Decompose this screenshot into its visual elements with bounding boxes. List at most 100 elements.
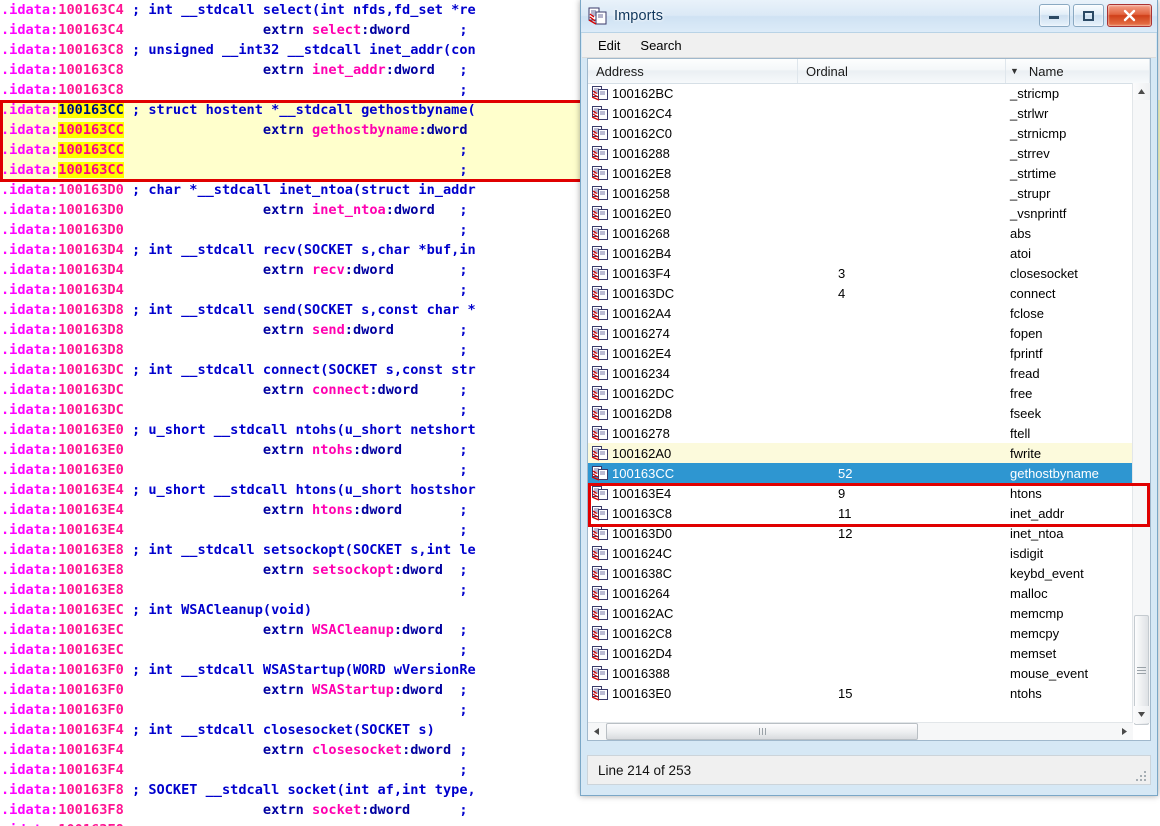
imports-icon — [588, 7, 608, 25]
cell-address: 10016274 — [588, 325, 798, 341]
cell-address: 100162AC — [588, 605, 798, 621]
disassembly-line[interactable]: .idata:100163F8 extrn socket:dword ; — [0, 800, 1160, 820]
cell-address: 100163C8 — [588, 505, 798, 521]
cell-name: abs — [1010, 225, 1031, 241]
table-row[interactable]: 100162DC free — [588, 383, 1133, 403]
table-row[interactable]: 100162A0 fwrite — [588, 443, 1133, 463]
column-header-name-label: Name — [1028, 63, 1064, 79]
minimize-button[interactable] — [1039, 4, 1070, 27]
cell-name: memcpy — [1010, 625, 1060, 641]
table-row[interactable]: 10016264 malloc — [588, 583, 1133, 603]
cell-name: ftell — [1010, 425, 1031, 441]
cell-ordinal: 12 — [838, 525, 853, 541]
cell-address: 100162D8 — [588, 405, 798, 421]
cell-name: fseek — [1010, 405, 1042, 421]
close-button[interactable] — [1107, 4, 1152, 27]
cell-name: _strupr — [1010, 185, 1051, 201]
cell-name: fclose — [1010, 305, 1044, 321]
table-row[interactable]: 10016234 fread — [588, 363, 1133, 383]
table-row[interactable]: 100163E0 15 ntohs — [588, 683, 1133, 703]
cell-address: 100163F4 — [588, 265, 798, 281]
table-row[interactable]: 100163DC 4 connect — [588, 283, 1133, 303]
cell-address: 100162D4 — [588, 645, 798, 661]
cell-name: memcmp — [1010, 605, 1064, 621]
scroll-up-button[interactable] — [1133, 83, 1150, 100]
horizontal-scrollbar[interactable] — [588, 722, 1133, 740]
cell-address: 100162E0 — [588, 205, 798, 221]
table-row[interactable]: 100162E8 _strtime — [588, 163, 1133, 183]
table-row[interactable]: 100163D0 12 inet_ntoa — [588, 523, 1133, 543]
table-row[interactable]: 100162BC _stricmp — [588, 83, 1133, 103]
scroll-down-button[interactable] — [1133, 706, 1150, 723]
cell-name: _strnicmp — [1010, 125, 1067, 141]
cell-name: memset — [1010, 645, 1057, 661]
table-row[interactable]: 100162C8 memcpy — [588, 623, 1133, 643]
table-row[interactable]: 100162B4 atoi — [588, 243, 1133, 263]
cell-name: fread — [1010, 365, 1040, 381]
table-row[interactable]: 10016274 fopen — [588, 323, 1133, 343]
column-header-row[interactable]: Address Ordinal ▼ Name — [588, 59, 1150, 84]
cell-address: 100162C8 — [588, 625, 798, 641]
table-row[interactable]: 100163E4 9 htons — [588, 483, 1133, 503]
cell-name: free — [1010, 385, 1033, 401]
imports-rows[interactable]: 100162BC _stricmp 100162C4 _strlwr 100162C0 _… — [588, 83, 1133, 723]
scroll-right-button[interactable] — [1116, 723, 1133, 740]
horizontal-scrollbar-thumb[interactable] — [606, 723, 918, 740]
table-row[interactable]: 100163C8 11 inet_addr — [588, 503, 1133, 523]
cell-ordinal: 9 — [838, 485, 846, 501]
maximize-button[interactable] — [1073, 4, 1104, 27]
cell-address: 100162B4 — [588, 245, 798, 261]
cell-name: isdigit — [1010, 545, 1044, 561]
table-row[interactable]: 10016268 abs — [588, 223, 1133, 243]
column-header-name[interactable]: ▼ Name — [1006, 59, 1150, 83]
table-row[interactable]: 10016388 mouse_event — [588, 663, 1133, 683]
table-row[interactable]: 100162AC memcmp — [588, 603, 1133, 623]
table-row[interactable]: 1001624C isdigit — [588, 543, 1133, 563]
cell-name: gethostbyname — [1010, 465, 1099, 481]
table-row[interactable]: 10016288 _strrev — [588, 143, 1133, 163]
table-row[interactable]: 100162E4 fprintf — [588, 343, 1133, 363]
cell-address: 100162A0 — [588, 445, 798, 461]
table-row[interactable]: 10016278 ftell — [588, 423, 1133, 443]
table-row[interactable]: 100162E0 _vsnprintf — [588, 203, 1133, 223]
scroll-left-button[interactable] — [588, 723, 605, 740]
table-row[interactable]: 100163CC 52 gethostbyname — [588, 463, 1133, 483]
cell-address: 10016268 — [588, 225, 798, 241]
window-titlebar[interactable]: Imports — [581, 0, 1157, 33]
cell-name: atoi — [1010, 245, 1031, 261]
cell-ordinal: 11 — [838, 505, 852, 521]
table-row[interactable]: 10016258 _strupr — [588, 183, 1133, 203]
cell-address: 100163E0 — [588, 685, 798, 701]
cell-address: 100163D0 — [588, 525, 798, 541]
cell-address: 100162C0 — [588, 125, 798, 141]
status-bar: Line 214 of 253 — [587, 755, 1151, 785]
imports-window[interactable]: Imports Edit Search Address Ordinal ▼ Na… — [580, 0, 1158, 796]
cell-name: malloc — [1010, 585, 1048, 601]
cell-address: 1001624C — [588, 545, 798, 561]
column-header-address[interactable]: Address — [588, 59, 798, 83]
window-controls[interactable] — [1039, 4, 1152, 27]
table-row[interactable]: 100162C0 _strnicmp — [588, 123, 1133, 143]
menu-item-search[interactable]: Search — [632, 36, 689, 55]
cell-name: htons — [1010, 485, 1042, 501]
cell-address: 100163CC — [588, 465, 798, 481]
disassembly-line[interactable]: .idata:100163F8 ; — [0, 820, 1160, 826]
imports-list[interactable]: Address Ordinal ▼ Name 100162BC _stricmp 1… — [587, 58, 1151, 741]
table-row[interactable]: 100162C4 _strlwr — [588, 103, 1133, 123]
cell-name: fwrite — [1010, 445, 1042, 461]
table-row[interactable]: 100162D4 memset — [588, 643, 1133, 663]
table-row[interactable]: 100162D8 fseek — [588, 403, 1133, 423]
cell-name: keybd_event — [1010, 565, 1084, 581]
table-row[interactable]: 100162A4 fclose — [588, 303, 1133, 323]
cell-name: _vsnprintf — [1010, 205, 1067, 221]
cell-name: ntohs — [1010, 685, 1042, 701]
table-row[interactable]: 100163F4 3 closesocket — [588, 263, 1133, 283]
vertical-scrollbar[interactable] — [1132, 83, 1150, 725]
menu-item-edit[interactable]: Edit — [590, 36, 628, 55]
resize-grip-icon[interactable] — [1134, 769, 1146, 781]
cell-address: 100162DC — [588, 385, 798, 401]
cell-ordinal: 3 — [838, 265, 846, 281]
table-row[interactable]: 1001638C keybd_event — [588, 563, 1133, 583]
column-header-ordinal[interactable]: Ordinal — [798, 59, 1006, 83]
menubar[interactable]: Edit Search — [582, 33, 1156, 58]
